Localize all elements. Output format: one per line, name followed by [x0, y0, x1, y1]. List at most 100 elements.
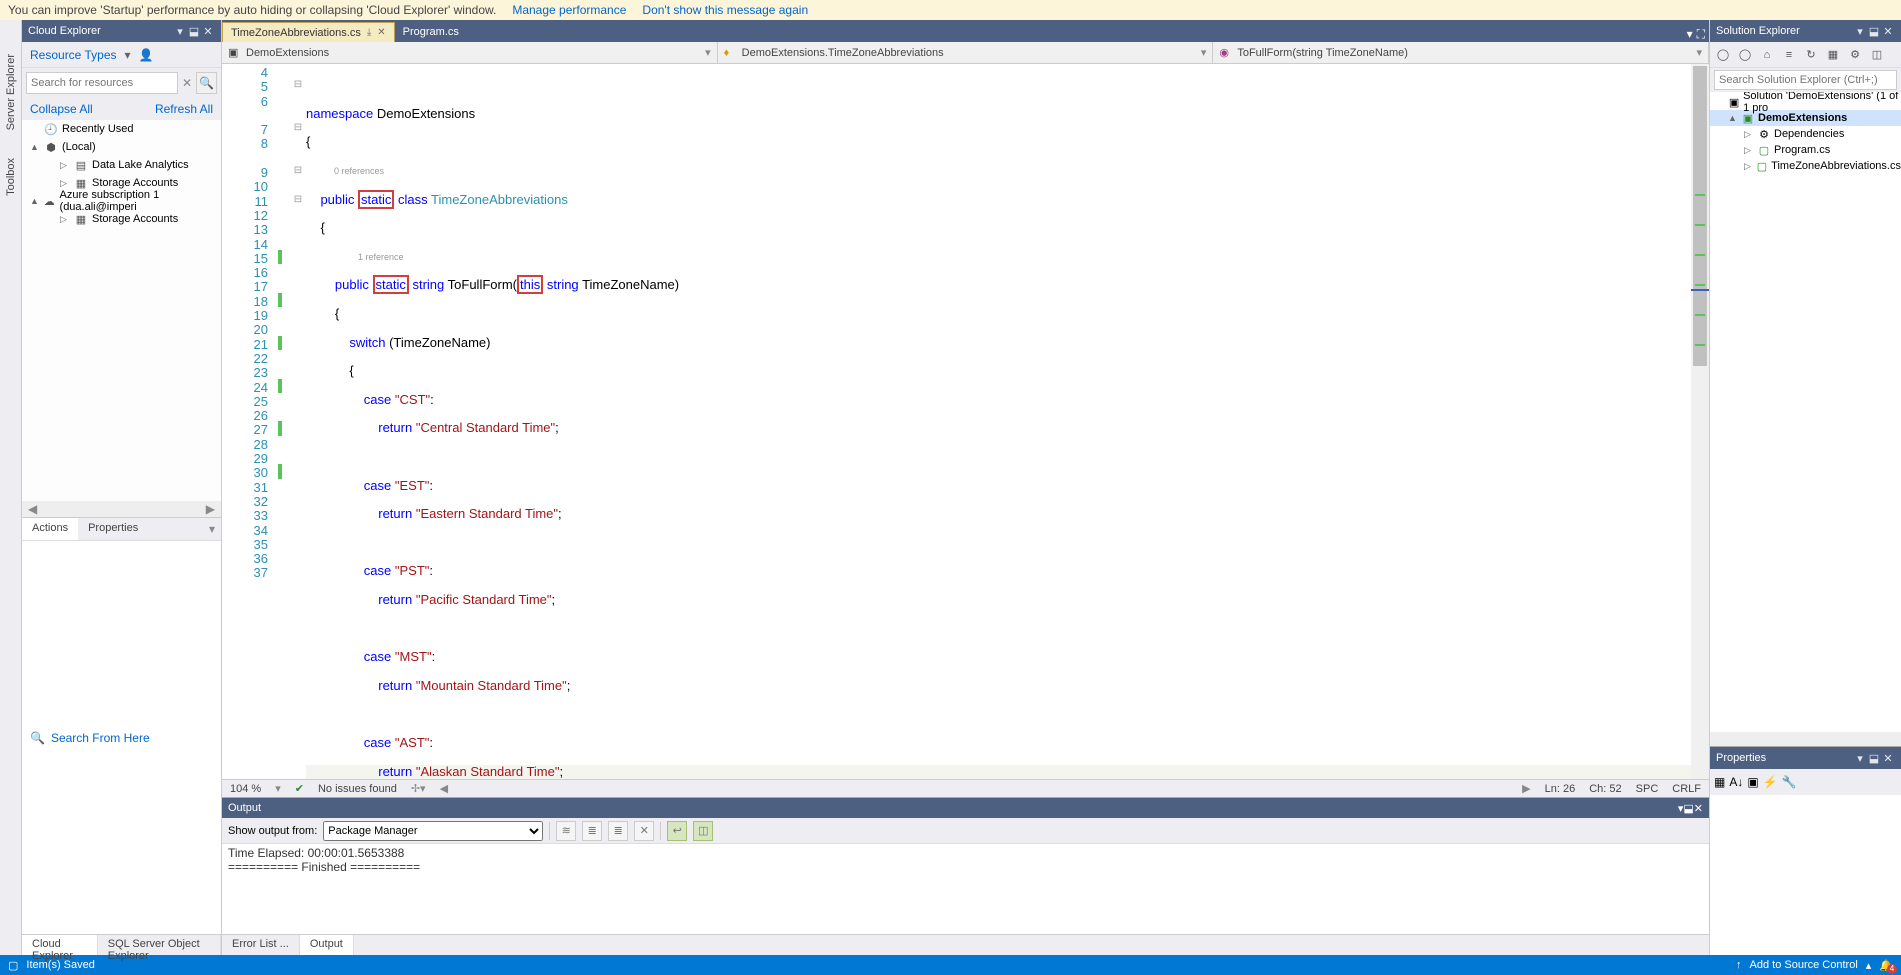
close-icon[interactable]: ✕ [201, 25, 215, 38]
toolbox-tab[interactable]: Toolbox [3, 154, 19, 200]
properties-panel: Properties ▾ ⬓ ✕ ▦ A↓ ▣ ⚡ 🔧 [1710, 746, 1901, 955]
dropdown-icon[interactable]: ▾ [1853, 25, 1867, 38]
pin-icon[interactable]: ⤓ [367, 27, 371, 38]
resource-types-dropdown[interactable]: Resource Types [30, 48, 117, 62]
namespace-combo[interactable]: ▣DemoExtensions▾ [222, 42, 718, 63]
close-icon[interactable]: ✕ [1694, 802, 1703, 815]
expand-icon[interactable]: ▷ [1744, 145, 1754, 156]
expand-icon[interactable]: ▲ [30, 196, 39, 206]
error-list-btab[interactable]: Error List ... [222, 935, 300, 955]
cloud-explorer-title: Cloud Explorer [28, 25, 173, 37]
clear-search-icon[interactable]: ✕ [182, 76, 192, 90]
chevron-down-icon[interactable]: ▾ [125, 48, 131, 62]
tb-btn-1[interactable]: ≋ [556, 821, 576, 841]
properties-tab[interactable]: Properties [78, 518, 148, 540]
collapse-all-link[interactable]: Collapse All [30, 102, 93, 116]
dropdown-icon[interactable]: ▾ [173, 25, 187, 38]
vertical-scrollbar[interactable] [1691, 64, 1709, 779]
categorized-icon[interactable]: ▦ [1714, 775, 1725, 789]
tb-btn-3[interactable]: ≣ [608, 821, 628, 841]
home-icon[interactable]: ⌂ [1758, 46, 1776, 64]
pin-icon[interactable]: ⬓ [187, 25, 201, 38]
wrench-icon[interactable]: 🔧 [1782, 775, 1797, 789]
azure-subscription-node[interactable]: ▲☁Azure subscription 1 (dua.ali@imperi [22, 192, 221, 210]
expand-icon[interactable]: ▷ [1744, 129, 1754, 140]
events-icon[interactable]: ⚡ [1763, 775, 1778, 789]
method-combo[interactable]: ◉ToFullForm(string TimeZoneName)▾ [1213, 42, 1709, 63]
sql-explorer-btab[interactable]: SQL Server Object Explorer [98, 935, 221, 955]
fullscreen-icon[interactable]: ⛶ [1697, 27, 1705, 42]
search-from-here[interactable]: 🔍 Search From Here [22, 540, 221, 934]
timezone-cs-node[interactable]: ▷▢TimeZoneAbbreviations.cs [1710, 158, 1901, 174]
horizontal-scrollbar[interactable]: ◀▶ [22, 501, 221, 517]
fold-gutter[interactable]: ⊟⊟⊟⊟ [290, 64, 306, 779]
dropdown-icon[interactable]: ▾ [1853, 752, 1867, 765]
manage-performance-link[interactable]: Manage performance [512, 3, 626, 17]
expand-icon[interactable]: ▷ [1744, 161, 1753, 172]
chevron-down-icon[interactable]: ▾ [203, 518, 221, 540]
local-node[interactable]: ▲⬢(Local) [22, 138, 221, 156]
cloud-explorer-tree: 🕘Recently Used ▲⬢(Local) ▷▤Data Lake Ana… [22, 120, 221, 501]
dont-show-link[interactable]: Don't show this message again [642, 3, 808, 17]
add-source-control[interactable]: Add to Source Control [1750, 959, 1858, 971]
actions-tab[interactable]: Actions [22, 518, 78, 540]
editor[interactable]: 4567891011121314151617181920212223242526… [222, 64, 1709, 779]
nav-icon[interactable]: ✢▾ [411, 782, 426, 795]
sync-icon[interactable]: ≡ [1780, 46, 1798, 64]
search-button[interactable]: 🔍 [196, 72, 217, 94]
line-number-gutter: 4567891011121314151617181920212223242526… [222, 64, 278, 779]
expand-icon[interactable]: ▷ [60, 178, 70, 189]
expand-icon[interactable]: ▷ [60, 214, 70, 225]
cloud-explorer-btab[interactable]: Cloud Explorer [22, 935, 98, 955]
code-area[interactable]: namespace DemoExtensions { 0 references … [306, 64, 1691, 779]
pin-icon[interactable]: ⬓ [1867, 752, 1881, 765]
close-icon[interactable]: ✕ [377, 27, 385, 38]
cloud-search-input[interactable] [26, 72, 178, 94]
vertical-tab-strip: Server Explorer Toolbox [0, 20, 22, 955]
zoom-level[interactable]: 104 % [230, 783, 261, 795]
center-bottom-tabs: Error List ... Output [222, 934, 1709, 955]
output-body[interactable]: Time Elapsed: 00:00:01.5653388 =========… [222, 844, 1709, 934]
class-combo[interactable]: ♦DemoExtensions.TimeZoneAbbreviations▾ [718, 42, 1214, 63]
back-icon[interactable]: ◯ [1714, 46, 1732, 64]
notifications-icon[interactable]: 🔔4 [1879, 959, 1893, 972]
toggle-btn[interactable]: ◫ [693, 821, 713, 841]
expand-icon[interactable]: ▲ [30, 142, 40, 152]
wrap-btn[interactable]: ↩ [667, 821, 687, 841]
properties-icon[interactable]: ⚙ [1846, 46, 1864, 64]
expand-icon[interactable]: ▷ [60, 160, 70, 171]
refresh-icon[interactable]: ↻ [1802, 46, 1820, 64]
output-btab[interactable]: Output [300, 935, 354, 955]
doc-tab-program[interactable]: Program.cs [395, 22, 467, 42]
props-icon[interactable]: ▣ [1747, 775, 1758, 789]
recently-used-node[interactable]: 🕘Recently Used [22, 120, 221, 138]
close-icon[interactable]: ✕ [1881, 752, 1895, 765]
solution-search-input[interactable] [1714, 70, 1897, 90]
pin-icon[interactable]: ⬓ [1683, 802, 1693, 815]
storage-icon: ▦ [74, 213, 88, 226]
expand-icon[interactable]: ▲ [1728, 113, 1738, 123]
data-lake-node[interactable]: ▷▤Data Lake Analytics [22, 156, 221, 174]
chevron-up-icon[interactable]: ▴ [1866, 959, 1872, 972]
alpha-icon[interactable]: A↓ [1729, 775, 1743, 789]
chevron-down-icon[interactable]: ▾ [1687, 27, 1693, 42]
search-icon: 🔍 [30, 731, 45, 745]
fwd-icon[interactable]: ◯ [1736, 46, 1754, 64]
account-icon[interactable]: 👤 [139, 48, 154, 62]
pin-icon[interactable]: ⬓ [1867, 25, 1881, 38]
preview-icon[interactable]: ◫ [1868, 46, 1886, 64]
chevron-down-icon[interactable]: ▾ [275, 782, 281, 795]
dependencies-node[interactable]: ▷⚙Dependencies [1710, 126, 1901, 142]
clear-btn[interactable]: ✕ [634, 821, 654, 841]
close-icon[interactable]: ✕ [1881, 25, 1895, 38]
server-explorer-tab[interactable]: Server Explorer [3, 50, 19, 134]
doc-tab-timezone[interactable]: TimeZoneAbbreviations.cs ⤓ ✕ [222, 22, 395, 42]
showall-icon[interactable]: ▦ [1824, 46, 1842, 64]
horizontal-scrollbar[interactable] [1710, 732, 1901, 746]
refresh-all-link[interactable]: Refresh All [155, 102, 213, 116]
properties-body[interactable] [1710, 795, 1901, 955]
program-cs-node[interactable]: ▷▢Program.cs [1710, 142, 1901, 158]
output-source-select[interactable]: Package Manager [323, 821, 543, 841]
solution-node[interactable]: ▣Solution 'DemoExtensions' (1 of 1 pro [1710, 94, 1901, 110]
tb-btn-2[interactable]: ≣ [582, 821, 602, 841]
